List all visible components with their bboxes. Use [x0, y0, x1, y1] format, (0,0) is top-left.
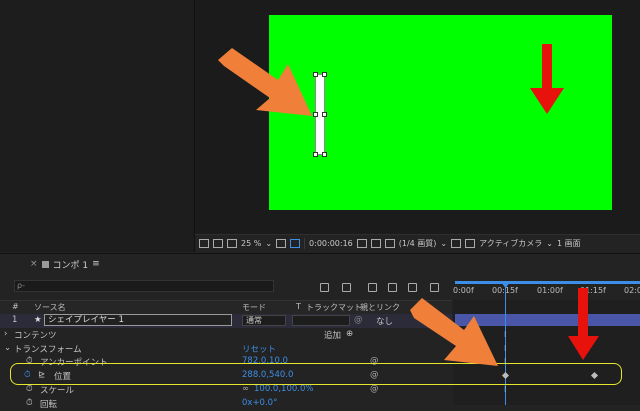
- col-parent-link[interactable]: 親とリンク: [360, 302, 400, 313]
- divider: [304, 238, 306, 249]
- layer-index: 1: [12, 315, 18, 325]
- pickwhip-icon[interactable]: @: [370, 384, 379, 394]
- col-t: T: [296, 302, 301, 311]
- mode-select[interactable]: 通常: [242, 315, 286, 326]
- composition-icon: [41, 260, 49, 268]
- link-icon[interactable]: ∞: [242, 384, 249, 394]
- region-icon[interactable]: [290, 239, 301, 248]
- transform-handle[interactable]: [313, 152, 318, 157]
- views-select[interactable]: 1 画面: [557, 238, 581, 249]
- highlight-box: [10, 363, 622, 385]
- chart-icon[interactable]: [430, 283, 439, 292]
- draft-3d-icon[interactable]: [320, 283, 329, 292]
- scale-row[interactable]: ⏱ スケール ∞ 100.0,100.0% @: [0, 383, 452, 397]
- snapshot-icon[interactable]: [199, 239, 209, 248]
- scale-value[interactable]: 100.0,100.0%: [254, 384, 313, 394]
- tab-label: コンポ 1: [52, 260, 89, 271]
- star-icon: ★: [34, 315, 42, 325]
- work-area-bar[interactable]: [455, 281, 640, 284]
- transform-handle[interactable]: [322, 152, 327, 157]
- rotation-label: 回転: [40, 400, 58, 410]
- orange-arrow-icon: [410, 298, 498, 366]
- transform-row[interactable]: ⌄ トランスフォーム リセット: [0, 342, 452, 356]
- monitor-icon[interactable]: [213, 239, 223, 248]
- grid-icon[interactable]: [465, 239, 476, 248]
- mask-icon[interactable]: [227, 239, 237, 248]
- expand-icon[interactable]: ›: [4, 329, 7, 339]
- rotation-value[interactable]: 0x+0.0°: [242, 398, 277, 408]
- ruler-label: 01:00f: [537, 286, 563, 295]
- resolution-select[interactable]: (1/4 画質): [399, 238, 437, 249]
- col-track-matte[interactable]: トラックマット: [306, 302, 362, 313]
- expand-icon[interactable]: ⌄: [4, 343, 11, 353]
- ibeam-icon: I: [504, 344, 507, 353]
- frame-blend-icon[interactable]: [368, 283, 377, 292]
- transform-handle[interactable]: [322, 112, 327, 117]
- col-hash: #: [12, 302, 19, 311]
- shape-layer-rectangle[interactable]: [313, 72, 327, 157]
- stopwatch-icon[interactable]: ⏱: [26, 398, 33, 408]
- column-header: # ソース名 モード T トラックマット 親とリンク: [0, 300, 452, 315]
- pickwhip-icon[interactable]: @: [354, 315, 363, 325]
- chevron-down-icon[interactable]: ⌄: [265, 239, 272, 248]
- transform-label: トランスフォーム: [14, 345, 82, 355]
- parent-select[interactable]: なし: [376, 315, 393, 327]
- ruler-label: 02:0: [624, 286, 640, 295]
- add-button[interactable]: 追加: [324, 329, 341, 341]
- ruler-label: 0:00f: [453, 286, 474, 295]
- ibeam-icon: I: [504, 385, 507, 394]
- chevron-down-icon[interactable]: ⌄: [440, 239, 447, 248]
- col-mode[interactable]: モード: [242, 302, 266, 313]
- zoom-select[interactable]: 25 %: [241, 239, 261, 248]
- contents-label: コンテンツ: [14, 331, 57, 341]
- fit-icon[interactable]: [276, 239, 287, 248]
- ibeam-icon: I: [504, 330, 507, 339]
- shy-icon[interactable]: [342, 283, 351, 292]
- menu-icon[interactable]: ≡: [92, 259, 100, 269]
- add-icon[interactable]: ⊕: [346, 329, 353, 339]
- stopwatch-icon[interactable]: ⏱: [26, 384, 33, 394]
- contents-row[interactable]: › コンテンツ 追加 ⊕: [0, 328, 452, 342]
- rotation-row[interactable]: ⏱ 回転 0x+0.0°: [0, 397, 452, 411]
- search-input[interactable]: ρ-: [14, 280, 274, 292]
- roi-icon[interactable]: [451, 239, 462, 248]
- track-matte-select[interactable]: [292, 315, 350, 326]
- motion-blur-icon[interactable]: [388, 283, 397, 292]
- scale-label: スケール: [40, 386, 75, 396]
- tab-composition[interactable]: × コンポ 1 ≡: [30, 258, 100, 271]
- camera-icon[interactable]: [356, 239, 367, 248]
- project-panel: [0, 0, 195, 252]
- viewer-toolbar: 25 % ⌄ 0:00:00:16 (1/4 画質) ⌄ アクティブカメラ ⌄ …: [195, 234, 640, 252]
- graph-editor-icon[interactable]: [408, 283, 417, 292]
- timecode-display[interactable]: 0:00:00:16: [309, 239, 353, 248]
- orange-arrow-icon: [218, 48, 312, 116]
- red-arrow-icon: [568, 288, 599, 360]
- reset-link[interactable]: リセット: [242, 343, 276, 355]
- chevron-down-icon[interactable]: ⌄: [546, 239, 553, 248]
- timeline-tab-bar: × コンポ 1 ≡: [0, 253, 640, 274]
- red-arrow-icon: [530, 44, 564, 114]
- layer-name-field[interactable]: シェイプレイヤー 1: [44, 314, 232, 326]
- transform-handle[interactable]: [322, 72, 327, 77]
- col-source-name[interactable]: ソース名: [34, 302, 66, 313]
- camera-select[interactable]: アクティブカメラ: [479, 238, 542, 249]
- color-wheel-icon[interactable]: [370, 239, 381, 248]
- close-icon[interactable]: ×: [30, 259, 38, 269]
- channels-icon[interactable]: [384, 239, 395, 248]
